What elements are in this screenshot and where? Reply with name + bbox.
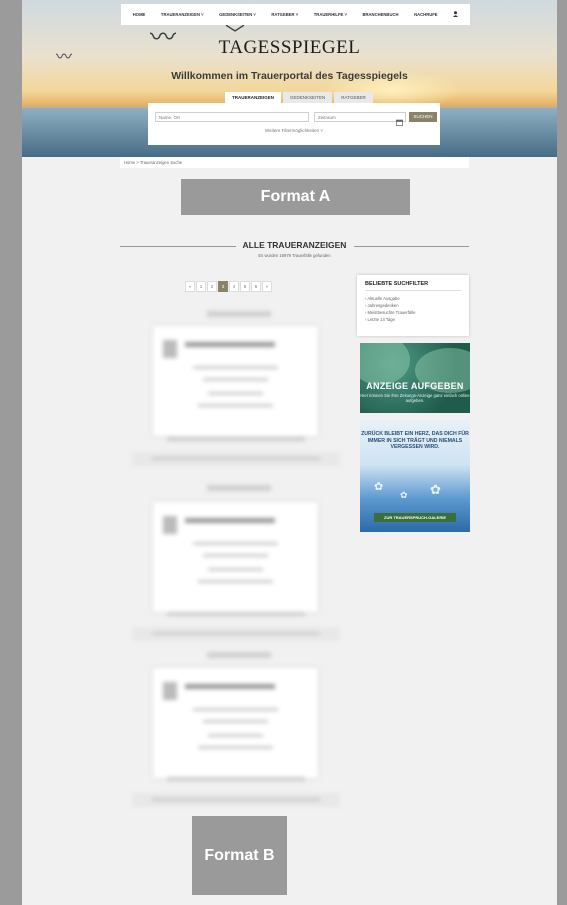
place-ad-banner[interactable]: ANZEIGE AUFGEBEN Hier können Sie Ihre Ze… xyxy=(360,343,470,413)
pagination-page[interactable]: 6 xyxy=(251,281,261,292)
name-location-input[interactable]: Name, Ort xyxy=(155,112,309,122)
pagination-page[interactable]: 5 xyxy=(240,281,250,292)
flower-icon: ✿ xyxy=(374,481,384,493)
hero-banner: 〰 ﹀ 〰 ﹀ HOME TRAUERANZEIGEN ˅ GEDENKSEIT… xyxy=(22,0,557,157)
user-icon[interactable] xyxy=(453,11,459,18)
obituary-label xyxy=(207,652,271,658)
obituary-card[interactable] xyxy=(153,502,318,612)
place-ad-text: Hier können Sie Ihre Zeitungs-Anzeige ga… xyxy=(360,393,470,403)
nav-item-gedenkseiten[interactable]: GEDENKSEITEN ˅ xyxy=(219,12,256,17)
pagination-next[interactable]: » xyxy=(262,281,272,292)
nav-item-trauerhilfe[interactable]: TRAUERHILFE ˅ xyxy=(314,12,347,17)
filter-link[interactable]: › Letzte 14 Tage xyxy=(365,316,461,323)
pagination-current-page[interactable]: 3 xyxy=(218,281,228,292)
obituary-footer xyxy=(132,627,340,641)
search-button[interactable]: SUCHEN xyxy=(409,112,437,122)
ad-placeholder-format-b: Format B xyxy=(192,816,287,895)
place-ad-title: ANZEIGE AUFGEBEN xyxy=(366,381,464,391)
section-heading: ALLE TRAUERANZEIGEN xyxy=(242,240,347,250)
filters-title: BELIEBTE SUCHFILTER xyxy=(365,281,429,287)
search-tabs: TRAUERANZEIGEN GEDENKSEITEN RATGEBER xyxy=(225,92,375,103)
obituary-card[interactable] xyxy=(153,326,318,436)
tab-traueranzeigen[interactable]: TRAUERANZEIGEN xyxy=(225,92,282,103)
nav-item-traueranzeigen[interactable]: TRAUERANZEIGEN ˅ xyxy=(161,12,204,17)
obituary-label xyxy=(207,311,271,317)
obituary-card[interactable] xyxy=(153,668,318,778)
page-canvas: 〰 ﹀ 〰 ﹀ HOME TRAUERANZEIGEN ˅ GEDENKSEIT… xyxy=(22,0,557,905)
top-navigation: HOME TRAUERANZEIGEN ˅ GEDENKSEITEN ˅ RAT… xyxy=(121,4,470,25)
nav-item-nachrufe[interactable]: NACHRUFE xyxy=(414,12,438,17)
results-count: Es wurden 16979 Trauerfälle gefunden xyxy=(258,253,331,258)
flower-icon: ✿ xyxy=(400,490,408,500)
flower-icon: ✿ xyxy=(430,482,441,497)
breadcrumb-home[interactable]: Home xyxy=(124,160,135,165)
breadcrumb-separator: > xyxy=(136,160,139,165)
filter-link[interactable]: › Aktuelle Ausgabe xyxy=(365,295,461,302)
popular-filters-box: BELIEBTE SUCHFILTER › Aktuelle Ausgabe ›… xyxy=(357,275,469,336)
nav-item-ratgeber[interactable]: RATGEBER ˅ xyxy=(271,12,298,17)
quote-gallery-button[interactable]: ZUR TRAUERSPRUCH-GALERIE xyxy=(374,513,456,522)
ad-placeholder-format-a: Format A xyxy=(181,179,410,215)
cross-icon xyxy=(163,340,177,358)
obituary-footer xyxy=(132,793,340,807)
period-input[interactable]: Zeitraum xyxy=(314,112,406,122)
cross-icon xyxy=(163,682,177,700)
filter-link[interactable]: › Meistbesuchte Trauerfälle xyxy=(365,309,461,316)
pagination-prev[interactable]: « xyxy=(185,281,195,292)
pagination-page[interactable]: 2 xyxy=(207,281,217,292)
pagination: « 1 2 3 4 5 6 » xyxy=(185,281,273,292)
obituary-label xyxy=(207,485,271,491)
cross-icon xyxy=(163,516,177,534)
mourning-quote-banner[interactable]: ZURÜCK BLEIBT EIN HERZ, DAS DICH FÜR IMM… xyxy=(360,420,470,532)
tab-gedenkseiten[interactable]: GEDENKSEITEN xyxy=(283,92,333,103)
breadcrumb: Home > Traueranzeigen Suche xyxy=(120,157,469,168)
breadcrumb-current: Traueranzeigen Suche xyxy=(139,160,183,165)
filter-link[interactable]: › Jahresgedenken xyxy=(365,302,461,309)
more-filters-link[interactable]: Weitere Filtermöglichkeiten ˅ xyxy=(148,128,440,133)
mourning-quote: ZURÜCK BLEIBT EIN HERZ, DAS DICH FÜR IMM… xyxy=(361,431,469,450)
search-panel: Name, Ort Zeitraum SUCHEN Weitere Filter… xyxy=(148,103,440,145)
pagination-page[interactable]: 4 xyxy=(229,281,239,292)
site-logo[interactable]: TAGESSPIEGEL xyxy=(22,37,557,59)
obituary-footer xyxy=(132,452,340,466)
pagination-page[interactable]: 1 xyxy=(196,281,206,292)
welcome-heading: Willkommen im Trauerportal des Tagesspie… xyxy=(171,70,408,82)
tab-ratgeber[interactable]: RATGEBER xyxy=(334,92,373,103)
nav-item-branchenbuch[interactable]: BRANCHENBUCH xyxy=(362,12,398,17)
nav-item-home[interactable]: HOME xyxy=(133,12,146,17)
